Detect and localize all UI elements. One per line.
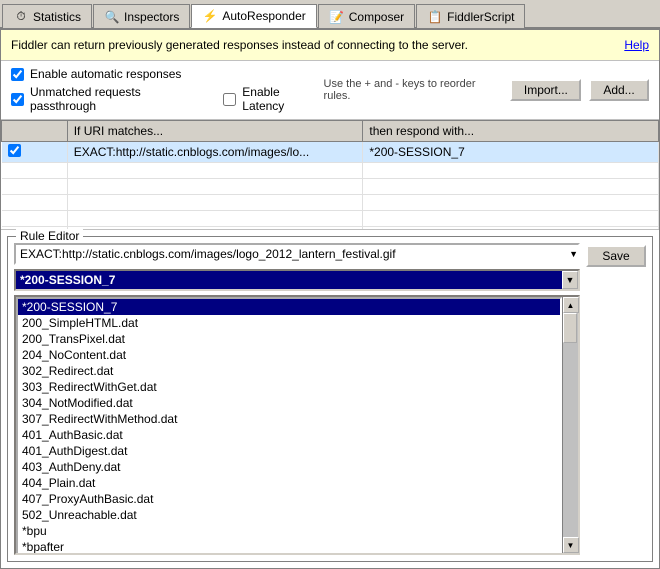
add-button[interactable]: Add...	[589, 79, 649, 101]
import-button[interactable]: Import...	[510, 79, 581, 101]
listbox-item[interactable]: 304_NotModified.dat	[18, 395, 560, 411]
row-checkbox[interactable]	[8, 144, 21, 157]
rule-editor-legend: Rule Editor	[16, 229, 83, 243]
listbox-container: *200-SESSION_7200_SimpleHTML.dat200_Tran…	[14, 295, 580, 555]
inspectors-icon: 🔍	[104, 9, 120, 25]
listbox-item[interactable]: 302_Redirect.dat	[18, 363, 560, 379]
response-dropdown-btn[interactable]: ▼	[562, 271, 578, 289]
response-input-row: ▼	[14, 269, 580, 291]
tab-fiddlerscript[interactable]: 📋 FiddlerScript	[416, 4, 525, 28]
listbox-item[interactable]: 204_NoContent.dat	[18, 347, 560, 363]
scroll-thumb[interactable]	[563, 313, 577, 343]
listbox-item[interactable]: *bpu	[18, 523, 560, 539]
enable-auto-label: Enable automatic responses	[30, 67, 181, 81]
autoresponder-icon: ⚡	[202, 8, 218, 24]
listbox-item[interactable]: 401_AuthDigest.dat	[18, 443, 560, 459]
listbox-item[interactable]: 200_TransPixel.dat	[18, 331, 560, 347]
fiddlerscript-icon: 📋	[427, 9, 443, 25]
enable-auto-checkbox[interactable]	[11, 68, 24, 81]
latency-row: Enable Latency	[223, 85, 323, 113]
response-selected-input[interactable]	[16, 271, 562, 289]
rule-editor-content: EXACT:http://static.cnblogs.com/images/l…	[14, 243, 646, 555]
save-btn-area: Save	[586, 243, 646, 267]
listbox-scrollbar: ▲ ▼	[562, 297, 578, 553]
empty-row-2	[2, 179, 659, 195]
help-link[interactable]: Help	[624, 38, 649, 52]
col-uri-header: If URI matches...	[67, 121, 363, 142]
empty-row-1	[2, 163, 659, 179]
unmatched-checkbox[interactable]	[11, 93, 24, 106]
response-listbox[interactable]: *200-SESSION_7200_SimpleHTML.dat200_Tran…	[16, 297, 562, 553]
options-bar: Enable automatic responses Unmatched req…	[1, 61, 659, 120]
listbox-item[interactable]: 403_AuthDeny.dat	[18, 459, 560, 475]
rule-editor-left: EXACT:http://static.cnblogs.com/images/l…	[14, 243, 580, 555]
statistics-icon: ⏱	[13, 9, 29, 25]
uri-dropdown-wrapper: EXACT:http://static.cnblogs.com/images/l…	[14, 243, 580, 265]
hint-text: Use the + and - keys to reorder rules.	[324, 78, 502, 102]
listbox-item[interactable]: 303_RedirectWithGet.dat	[18, 379, 560, 395]
empty-row-4	[2, 211, 659, 227]
col-respond-header: then respond with...	[363, 121, 659, 142]
uri-dropdown[interactable]: EXACT:http://static.cnblogs.com/images/l…	[14, 243, 580, 265]
banner-text: Fiddler can return previously generated …	[11, 38, 468, 52]
table-row[interactable]: EXACT:http://static.cnblogs.com/images/l…	[2, 142, 659, 163]
rules-table: If URI matches... then respond with... E…	[1, 120, 659, 230]
listbox-item[interactable]: 307_RedirectWithMethod.dat	[18, 411, 560, 427]
rules-table-area: If URI matches... then respond with... E…	[1, 120, 659, 230]
save-button[interactable]: Save	[586, 245, 646, 267]
options-right: Use the + and - keys to reorder rules. I…	[324, 78, 649, 102]
unmatched-label: Unmatched requests passthrough	[30, 85, 207, 113]
unmatched-row: Unmatched requests passthrough	[11, 85, 207, 113]
options-left: Enable automatic responses Unmatched req…	[11, 67, 324, 113]
scroll-up-btn[interactable]: ▲	[563, 297, 579, 313]
tab-autoresponder[interactable]: ⚡ AutoResponder	[191, 4, 316, 28]
row-respond: *200-SESSION_7	[363, 142, 659, 163]
tab-inspectors[interactable]: 🔍 Inspectors	[93, 4, 190, 28]
latency-checkbox[interactable]	[223, 93, 236, 106]
main-content: Fiddler can return previously generated …	[0, 29, 660, 569]
enable-auto-row: Enable automatic responses	[11, 67, 324, 81]
row-checkbox-cell	[2, 142, 68, 163]
tab-bar: ⏱ Statistics 🔍 Inspectors ⚡ AutoResponde…	[0, 0, 660, 29]
info-banner: Fiddler can return previously generated …	[1, 30, 659, 61]
empty-row-5	[2, 227, 659, 231]
row-uri: EXACT:http://static.cnblogs.com/images/l…	[67, 142, 363, 163]
listbox-inner: *200-SESSION_7200_SimpleHTML.dat200_Tran…	[16, 297, 562, 553]
rule-editor: Rule Editor EXACT:http://static.cnblogs.…	[7, 236, 653, 562]
listbox-item[interactable]: 401_AuthBasic.dat	[18, 427, 560, 443]
listbox-item[interactable]: 404_Plain.dat	[18, 475, 560, 491]
listbox-item[interactable]: 502_Unreachable.dat	[18, 507, 560, 523]
scroll-track	[563, 313, 578, 537]
tab-composer[interactable]: 📝 Composer	[318, 4, 415, 28]
listbox-item[interactable]: *200-SESSION_7	[18, 299, 560, 315]
composer-icon: 📝	[329, 9, 345, 25]
listbox-item[interactable]: *bpafter	[18, 539, 560, 553]
scroll-down-btn[interactable]: ▼	[563, 537, 579, 553]
tab-statistics[interactable]: ⏱ Statistics	[2, 4, 92, 28]
col-check-header	[2, 121, 68, 142]
empty-row-3	[2, 195, 659, 211]
listbox-item[interactable]: 200_SimpleHTML.dat	[18, 315, 560, 331]
listbox-item[interactable]: 407_ProxyAuthBasic.dat	[18, 491, 560, 507]
latency-label: Enable Latency	[242, 85, 323, 113]
